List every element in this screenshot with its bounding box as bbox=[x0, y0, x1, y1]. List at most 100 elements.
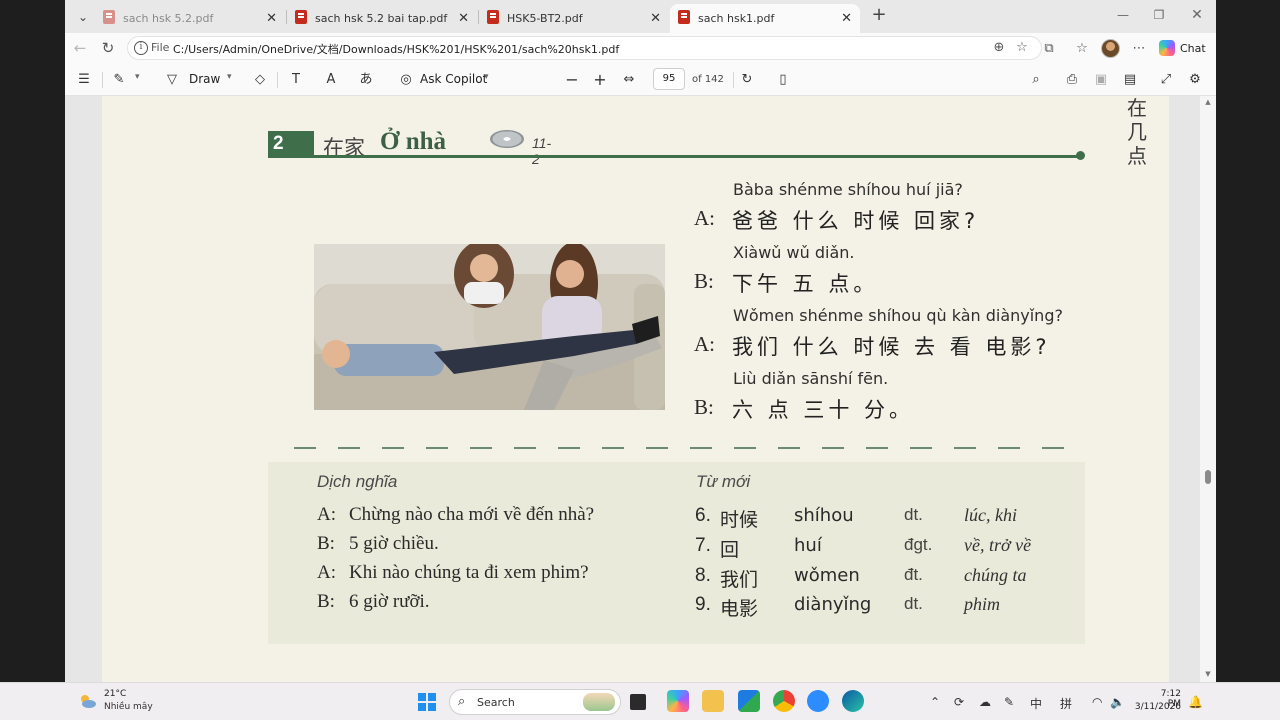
draw-icon[interactable]: ▽ bbox=[163, 71, 181, 89]
zoom-app-icon[interactable] bbox=[807, 690, 829, 712]
vocab-part-of-speech: đt. bbox=[904, 565, 923, 584]
page-number-input[interactable]: 95 bbox=[653, 68, 685, 90]
translation-speaker: A: bbox=[317, 562, 336, 583]
translation-speaker: B: bbox=[317, 533, 335, 554]
family-photo bbox=[314, 244, 665, 410]
read-aloud-icon[interactable]: A bbox=[322, 71, 340, 89]
fullscreen-icon[interactable]: ⤢ bbox=[1157, 71, 1175, 89]
chrome-icon[interactable] bbox=[773, 690, 795, 712]
settings-gear-icon[interactable]: ⚙ bbox=[1186, 71, 1204, 89]
zoom-in-icon[interactable]: + bbox=[591, 71, 609, 89]
favorites-icon[interactable]: ☆ bbox=[1073, 40, 1091, 58]
close-tab-icon[interactable]: ✕ bbox=[841, 6, 852, 31]
pdf-viewport[interactable]: 在 几 点 2 在家 Ở nhà 11-2 Bàba shénme shíhou… bbox=[65, 96, 1216, 682]
url-scheme: File bbox=[151, 41, 170, 54]
back-arrow-icon[interactable]: ← bbox=[69, 37, 91, 59]
audio-track-number: 11-2 bbox=[532, 135, 552, 167]
dialogue-hanzi: 我们 什么 时候 去 看 电影? bbox=[732, 335, 1051, 359]
eraser-icon[interactable]: ◇ bbox=[251, 71, 269, 89]
vocab-meaning: lúc, khi bbox=[964, 505, 1017, 525]
extensions-icon[interactable]: ⧉ bbox=[1040, 40, 1058, 58]
pdf-icon bbox=[295, 10, 307, 24]
scrollbar-thumb[interactable] bbox=[1205, 470, 1211, 484]
tab-hsk5-bt2[interactable]: HSK5-BT2.pdf ✕ bbox=[479, 4, 669, 33]
more-menu-icon[interactable]: ⋯ bbox=[1130, 40, 1148, 58]
notification-bell-icon[interactable]: 🔔 bbox=[1188, 695, 1203, 709]
search-icon[interactable]: ⌕ bbox=[1027, 71, 1045, 89]
volume-icon[interactable]: 🔈 bbox=[1110, 695, 1125, 709]
onedrive-cloud-icon[interactable]: ☁ bbox=[979, 695, 991, 709]
translate-icon[interactable]: あ bbox=[357, 71, 375, 89]
minimize-icon[interactable]: — bbox=[1108, 4, 1138, 26]
restore-icon[interactable]: ❐ bbox=[1144, 4, 1174, 26]
microsoft-store-icon[interactable] bbox=[738, 690, 760, 712]
sync-icon[interactable]: ⟳ bbox=[954, 695, 964, 709]
refresh-icon[interactable]: ↻ bbox=[97, 37, 119, 59]
translation-text: Chừng nào cha mới về đến nhà? bbox=[349, 504, 595, 525]
profile-avatar[interactable] bbox=[1101, 39, 1120, 58]
page-view-icon[interactable]: ▯ bbox=[774, 71, 792, 89]
copilot-chat-button[interactable]: Chat bbox=[1159, 39, 1206, 59]
tab-sach-hsk1[interactable]: sach hsk1.pdf ✕ bbox=[670, 4, 860, 33]
ask-copilot-label[interactable]: Ask Copilot bbox=[420, 72, 487, 86]
show-hidden-icons-chevron-icon[interactable]: ⌃ bbox=[930, 695, 940, 709]
ime-mode-indicator[interactable]: 拼 bbox=[1060, 695, 1072, 712]
edge-browser-icon[interactable] bbox=[842, 690, 864, 712]
scroll-down-arrow-icon[interactable]: ▼ bbox=[1204, 670, 1212, 678]
tab-sach-hsk-5-2[interactable]: sach hsk 5.2.pdf ✕ bbox=[95, 4, 285, 33]
draw-label[interactable]: Draw bbox=[189, 72, 220, 86]
vocab-pinyin: diànyǐng bbox=[794, 594, 872, 615]
favorite-star-icon[interactable]: ☆ bbox=[1014, 40, 1030, 56]
contents-list-icon[interactable]: ☰ bbox=[75, 71, 93, 89]
url-text[interactable]: C:/Users/Admin/OneDrive/文档/Downloads/HSK… bbox=[173, 41, 619, 57]
dialogue-speaker: A: bbox=[694, 206, 715, 230]
info-icon[interactable]: i bbox=[134, 41, 148, 55]
audio-cd-icon bbox=[490, 130, 524, 148]
pen-input-icon[interactable]: ✎ bbox=[1004, 695, 1014, 709]
vocab-number: 7. bbox=[695, 535, 711, 556]
highlight-dropdown-chevron-icon[interactable]: ▾ bbox=[135, 72, 140, 82]
taskbar-search-box[interactable]: ⌕ Search bbox=[449, 689, 621, 715]
cloudy-weather-icon[interactable] bbox=[79, 692, 97, 710]
copilot-app-icon[interactable] bbox=[667, 690, 689, 712]
tab-actions-chevron-icon[interactable]: ⌄ bbox=[71, 6, 95, 28]
vocab-pinyin: wǒmen bbox=[794, 565, 860, 586]
vertical-scrollbar[interactable]: ▲ ▼ bbox=[1200, 96, 1216, 682]
copilot-outline-icon[interactable]: ◎ bbox=[397, 71, 415, 89]
add-text-icon[interactable]: T bbox=[287, 71, 305, 89]
save-as-icon[interactable]: ▤ bbox=[1121, 71, 1139, 89]
start-windows-icon[interactable] bbox=[418, 693, 436, 711]
toolbar-divider bbox=[733, 72, 734, 88]
address-bar[interactable]: i File C:/Users/Admin/OneDrive/文档/Downlo… bbox=[127, 36, 1042, 60]
search-label: Search bbox=[477, 696, 515, 709]
highlight-icon[interactable]: ✎ bbox=[110, 71, 128, 89]
copilot-dropdown-chevron-icon[interactable]: ▾ bbox=[484, 72, 489, 82]
file-explorer-icon[interactable] bbox=[702, 690, 724, 712]
close-tab-icon[interactable]: ✕ bbox=[266, 6, 277, 31]
close-tab-icon[interactable]: ✕ bbox=[650, 6, 661, 31]
zoom-icon[interactable]: ⊕ bbox=[991, 40, 1007, 56]
pdf-icon bbox=[487, 10, 499, 24]
task-view-icon[interactable] bbox=[630, 694, 646, 710]
vocab-meaning: chúng ta bbox=[964, 565, 1027, 585]
weather-description[interactable]: Nhiều mây bbox=[104, 702, 153, 712]
lesson-number: 2 bbox=[268, 131, 314, 157]
side-chapter-title: 在 几 点 bbox=[1127, 96, 1151, 168]
zoom-out-icon[interactable]: − bbox=[563, 71, 581, 89]
close-window-icon[interactable]: ✕ bbox=[1182, 4, 1212, 26]
tab-sach-hsk-5-2-bai-tap[interactable]: sach hsk 5.2 bai tap.pdf ✕ bbox=[287, 4, 477, 33]
ime-language-indicator[interactable]: 中 bbox=[1030, 695, 1042, 712]
weather-temperature[interactable]: 21°C bbox=[104, 689, 126, 699]
rotate-icon[interactable]: ↻ bbox=[738, 71, 756, 89]
new-tab-plus-icon[interactable]: + bbox=[868, 5, 890, 27]
draw-dropdown-chevron-icon[interactable]: ▾ bbox=[227, 72, 232, 82]
vocab-part-of-speech: đgt. bbox=[904, 535, 933, 554]
close-tab-icon[interactable]: ✕ bbox=[458, 6, 469, 31]
save-icon[interactable]: ▣ bbox=[1092, 71, 1110, 89]
clock-date[interactable]: 3/11/2026 bbox=[1130, 702, 1181, 712]
fit-page-icon[interactable]: ⇔ bbox=[620, 71, 638, 89]
print-icon[interactable]: ⎙ bbox=[1063, 71, 1081, 89]
scroll-up-arrow-icon[interactable]: ▲ bbox=[1204, 98, 1212, 106]
tab-title: sach hsk1.pdf bbox=[698, 12, 775, 25]
wifi-icon[interactable]: ◠ bbox=[1092, 695, 1102, 709]
